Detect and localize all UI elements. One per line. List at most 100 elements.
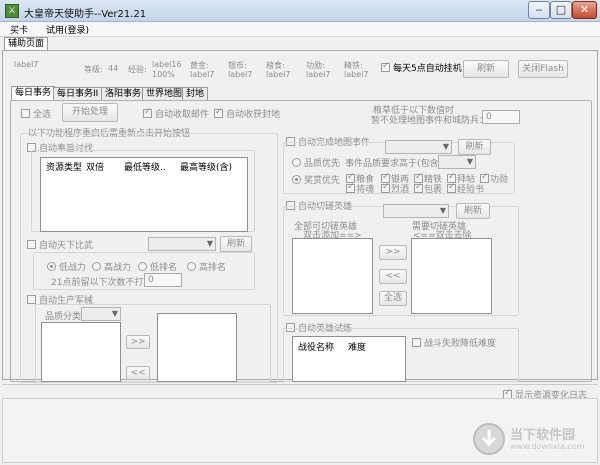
trial-col-battle: 战役名称 — [298, 343, 335, 353]
chevron-down-icon: ▼ — [111, 309, 118, 318]
reward-soul-checkbox[interactable] — [346, 182, 355, 193]
watermark-title: 当下软件园 — [510, 428, 576, 443]
weapons-checkbox[interactable] — [27, 295, 36, 304]
hero-move-right-button[interactable]: >> — [379, 245, 407, 260]
gold-value: label7 — [190, 70, 215, 79]
tab-assist-page[interactable]: 辅助页面 — [4, 37, 49, 51]
arena-refresh-button[interactable]: 刷新 — [220, 236, 252, 252]
arena-select[interactable]: ▼ — [148, 237, 216, 251]
close-flash-button[interactable]: 关闭Flash — [518, 60, 568, 78]
window-title: 大皇帝天使助手--Ver21.21 — [24, 9, 147, 20]
arena-label: 自动天下比武 — [39, 241, 94, 251]
reward-exp-book-checkbox[interactable] — [447, 182, 456, 193]
menu-bar: 买卡 试用(登录) — [0, 22, 600, 37]
grain-value: label7 — [266, 70, 291, 79]
auto-fief-label: 自动收获封地 — [226, 110, 281, 120]
reward-package-checkbox[interactable] — [414, 182, 423, 193]
reward-first-radio[interactable] — [292, 175, 301, 184]
title-bar: ⚔ 大皇帝天使助手--Ver21.21 ‒ □ ✕ — [0, 0, 600, 22]
arena-retry-label: 21点前留以下次数不打： — [51, 278, 153, 288]
grain-threshold-note-2: 暂不处理地图事件和城防兵： — [371, 116, 489, 126]
level-label: 等级: — [84, 65, 103, 74]
select-all-label: 全选 — [33, 110, 52, 120]
tab-world-map[interactable]: 世界地图 — [142, 87, 187, 101]
reward-liquor-checkbox[interactable] — [381, 182, 390, 193]
weapons-move-right-button[interactable]: >> — [126, 335, 150, 349]
hero-move-left-button[interactable]: << — [379, 269, 407, 284]
menu-trial-login[interactable]: 试用(登录) — [46, 23, 89, 36]
menu-buy-card[interactable]: 买卡 — [10, 23, 28, 36]
trial-col-difficulty: 难度 — [348, 343, 367, 353]
hero-select-all-button[interactable]: 全选 — [379, 291, 407, 306]
weapons-target-list[interactable] — [157, 313, 237, 382]
reward-exp-book-label: 经验书 — [457, 185, 485, 195]
hero-spar-select[interactable]: ▼ — [383, 204, 449, 218]
tab-daily[interactable]: 每日事务 — [11, 86, 56, 100]
chevron-down-icon: ▼ — [206, 239, 213, 248]
tribute-col-type: 资源类型 — [46, 163, 83, 173]
tab-luoyang[interactable]: 洛阳事务 — [101, 87, 146, 101]
auto-hang-checkbox[interactable] — [381, 61, 390, 72]
iron-value: label7 — [344, 70, 369, 79]
chevron-down-icon: ▼ — [442, 142, 449, 151]
arena-radio-high-rank[interactable] — [187, 262, 196, 271]
auto-fief-checkbox[interactable] — [214, 107, 223, 118]
exp-percent: 100% — [152, 70, 175, 79]
arena-radio-low-rank-label: 低排名 — [150, 263, 178, 273]
hero-spar-refresh-button[interactable]: 刷新 — [456, 203, 490, 219]
exp-label: 经验: — [128, 65, 147, 74]
exp-value: label16 — [152, 60, 182, 69]
tab-fief[interactable]: 封地 — [182, 87, 209, 101]
reward-package-label: 包裹 — [424, 185, 443, 195]
select-all-checkbox[interactable] — [21, 109, 30, 118]
reward-liquor-label: 烈酒 — [391, 185, 410, 195]
player-name-label: label7 — [14, 60, 39, 69]
tribute-col-max-level: 最高等级(含) — [180, 163, 233, 173]
download-logo-icon — [473, 423, 505, 455]
watermark-url: www.downxia.com — [510, 442, 585, 451]
tab-daily-2[interactable]: 每日事务II — [53, 87, 103, 101]
weapons-category-select[interactable]: ▼ — [81, 307, 121, 321]
weapons-source-list[interactable] — [41, 322, 121, 382]
tribute-col-min-level: 最低等级.. — [124, 163, 166, 173]
arena-radio-low-power[interactable] — [47, 262, 56, 271]
all-heroes-list[interactable] — [292, 238, 373, 314]
auto-hang-label: 每天5点自动挂机 — [393, 64, 462, 74]
watermark: 当下软件园 www.downxia.com — [470, 420, 598, 462]
arena-radio-high-power-label: 高战力 — [104, 263, 132, 273]
auto-mail-label: 自动收取邮件 — [155, 110, 210, 120]
reward-soul-label: 将魂 — [356, 185, 375, 195]
map-events-select[interactable]: ▼ — [385, 140, 452, 154]
arena-radio-low-rank[interactable] — [138, 262, 147, 271]
silver-value: label7 — [228, 70, 253, 79]
refresh-button[interactable]: 刷新 — [463, 60, 509, 78]
lower-difficulty-checkbox[interactable] — [412, 338, 421, 347]
reward-merit-label: 功勋 — [490, 175, 509, 185]
quality-first-label: 品质优先 — [304, 159, 341, 169]
arena-radio-low-power-label: 低战力 — [59, 263, 87, 273]
app-logo-icon: ⚔ — [5, 4, 19, 18]
arena-radio-high-rank-label: 高排名 — [199, 263, 227, 273]
lower-difficulty-label: 战斗失败降低难度 — [424, 339, 497, 349]
chevron-down-icon: ▼ — [466, 157, 473, 166]
arena-retry-input[interactable]: 0 — [144, 273, 182, 287]
minimize-button[interactable]: ‒ — [528, 1, 550, 19]
auto-mail-checkbox[interactable] — [143, 107, 152, 118]
need-heroes-list[interactable] — [411, 238, 492, 314]
level-value: 44 — [108, 64, 119, 73]
map-events-refresh-button[interactable]: 刷新 — [458, 139, 491, 155]
chevron-down-icon: ▼ — [439, 206, 446, 215]
reward-first-label: 奖赏优先 — [304, 176, 341, 186]
quality-requirement-select[interactable]: ▼ — [438, 155, 476, 169]
close-button[interactable]: ✕ — [572, 1, 597, 19]
maximize-button[interactable]: □ — [550, 1, 572, 19]
quality-requirement-label: 事件品质要求高于(包含) — [345, 159, 443, 169]
merit-value: label7 — [306, 70, 331, 79]
weapons-move-left-button[interactable]: << — [126, 366, 150, 380]
arena-radio-high-power[interactable] — [92, 262, 101, 271]
quality-first-radio[interactable] — [292, 158, 301, 167]
tribute-col-double: 双倍 — [86, 163, 105, 173]
arena-checkbox[interactable] — [27, 240, 36, 249]
start-button[interactable]: 开始处理 — [62, 103, 118, 122]
grain-threshold-input[interactable]: 0 — [482, 110, 520, 124]
